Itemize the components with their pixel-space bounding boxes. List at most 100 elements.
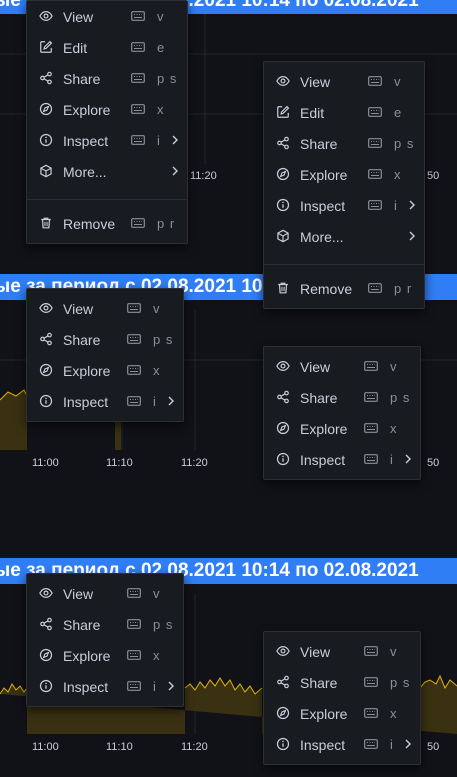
keyboard-icon [131, 11, 145, 21]
menu-item-share[interactable]: Share p s [27, 324, 183, 355]
keyboard-icon [364, 646, 378, 656]
menu-item-share[interactable]: Share p s [27, 63, 187, 94]
menu-item-remove[interactable]: Remove p r [27, 208, 187, 239]
menu-item-inspect[interactable]: Inspect i [264, 729, 420, 760]
menu-item-view[interactable]: View v [264, 66, 424, 97]
keyboard-icon [127, 365, 141, 375]
shortcut-text: i [394, 198, 398, 213]
keyboard-icon [131, 42, 145, 52]
keyboard-icon [364, 739, 378, 749]
share-icon [39, 332, 53, 346]
trash-icon [276, 281, 290, 295]
keyboard-icon [364, 423, 378, 433]
x-tick-label: 11:10 [106, 741, 133, 753]
panel-menu: View v Share p s Explore x Inspect i [26, 288, 184, 422]
menu-item-share[interactable]: Share p s [264, 128, 424, 159]
cube-icon [276, 229, 290, 243]
shortcut-text: v [394, 74, 402, 89]
shortcut-text: x [157, 102, 165, 117]
shortcut-text: e [394, 105, 403, 120]
keyboard-icon [127, 334, 141, 344]
keyboard-icon [368, 76, 382, 86]
shortcut-text: v [153, 301, 161, 316]
panel-menu: View v Edit e Share p s Explore x Inspec… [26, 0, 188, 244]
shortcut-text: e [157, 40, 166, 55]
chevron-right-icon [404, 453, 412, 465]
compass-icon [276, 706, 290, 720]
shortcut-text: p s [390, 390, 411, 405]
eye-icon [276, 359, 290, 373]
shortcut-text: x [153, 363, 161, 378]
menu-item-remove[interactable]: Remove p r [264, 273, 424, 304]
menu-item-share[interactable]: Share p s [264, 382, 420, 413]
shortcut-text: v [153, 586, 161, 601]
edit-icon [276, 105, 290, 119]
shortcut-text: p s [394, 136, 415, 151]
shortcut-text: p r [394, 281, 413, 296]
menu-item-view[interactable]: View v [27, 293, 183, 324]
menu-item-inspect[interactable]: Inspect i [27, 125, 187, 156]
menu-divider [27, 199, 187, 200]
menu-item-explore[interactable]: Explore x [264, 159, 424, 190]
menu-item-share[interactable]: Share p s [27, 609, 183, 640]
share-icon [276, 675, 290, 689]
menu-item-share[interactable]: Share p s [264, 667, 420, 698]
compass-icon [276, 167, 290, 181]
eye-icon [39, 586, 53, 600]
keyboard-icon [364, 454, 378, 464]
shortcut-text: x [394, 167, 402, 182]
menu-item-inspect[interactable]: Inspect i [264, 190, 424, 221]
keyboard-icon [131, 104, 145, 114]
menu-item-edit[interactable]: Edit e [264, 97, 424, 128]
menu-item-view[interactable]: View v [264, 351, 420, 382]
panel-menu: View v Share p s Explore x Inspect i [26, 573, 184, 707]
menu-item-more[interactable]: More... [264, 221, 424, 252]
panel-menu: View v Share p s Explore x Inspect i [263, 631, 421, 765]
menu-item-explore[interactable]: Explore x [264, 698, 420, 729]
keyboard-icon [127, 303, 141, 313]
menu-item-explore[interactable]: Explore x [27, 640, 183, 671]
info-icon [39, 394, 53, 408]
shortcut-text: p s [157, 71, 178, 86]
info-icon [39, 679, 53, 693]
menu-divider [264, 264, 424, 265]
menu-item-view[interactable]: View v [264, 636, 420, 667]
menu-item-view[interactable]: View v [27, 578, 183, 609]
menu-item-explore[interactable]: Explore x [27, 355, 183, 386]
chevron-right-icon [167, 395, 175, 407]
menu-item-view[interactable]: View v [27, 1, 187, 32]
keyboard-icon [131, 135, 145, 145]
shortcut-text: x [153, 648, 161, 663]
shortcut-text: i [390, 452, 394, 467]
shortcut-text: v [390, 644, 398, 659]
menu-item-edit[interactable]: Edit e [27, 32, 187, 63]
keyboard-icon [127, 588, 141, 598]
menu-item-explore[interactable]: Explore x [27, 94, 187, 125]
menu-item-inspect[interactable]: Inspect i [264, 444, 420, 475]
keyboard-icon [131, 218, 145, 228]
share-icon [39, 71, 53, 85]
edit-icon [39, 40, 53, 54]
keyboard-icon [364, 361, 378, 371]
shortcut-text: x [390, 421, 398, 436]
shortcut-text: x [390, 706, 398, 721]
keyboard-icon [368, 138, 382, 148]
chevron-right-icon [167, 680, 175, 692]
x-tick-label: 11:00 [32, 457, 59, 469]
menu-item-inspect[interactable]: Inspect i [27, 671, 183, 702]
menu-item-inspect[interactable]: Inspect i [27, 386, 183, 417]
x-tick-label: 11:20 [190, 170, 217, 182]
share-icon [39, 617, 53, 631]
compass-icon [39, 363, 53, 377]
shortcut-text: p s [153, 617, 174, 632]
panel-menu: View v Share p s Explore x Inspect i [263, 346, 421, 480]
trash-icon [39, 216, 53, 230]
menu-item-more[interactable]: More... [27, 156, 187, 187]
shortcut-text: p s [390, 675, 411, 690]
keyboard-icon [368, 283, 382, 293]
chevron-right-icon [408, 199, 416, 211]
info-icon [276, 737, 290, 751]
compass-icon [276, 421, 290, 435]
info-icon [39, 133, 53, 147]
menu-item-explore[interactable]: Explore x [264, 413, 420, 444]
